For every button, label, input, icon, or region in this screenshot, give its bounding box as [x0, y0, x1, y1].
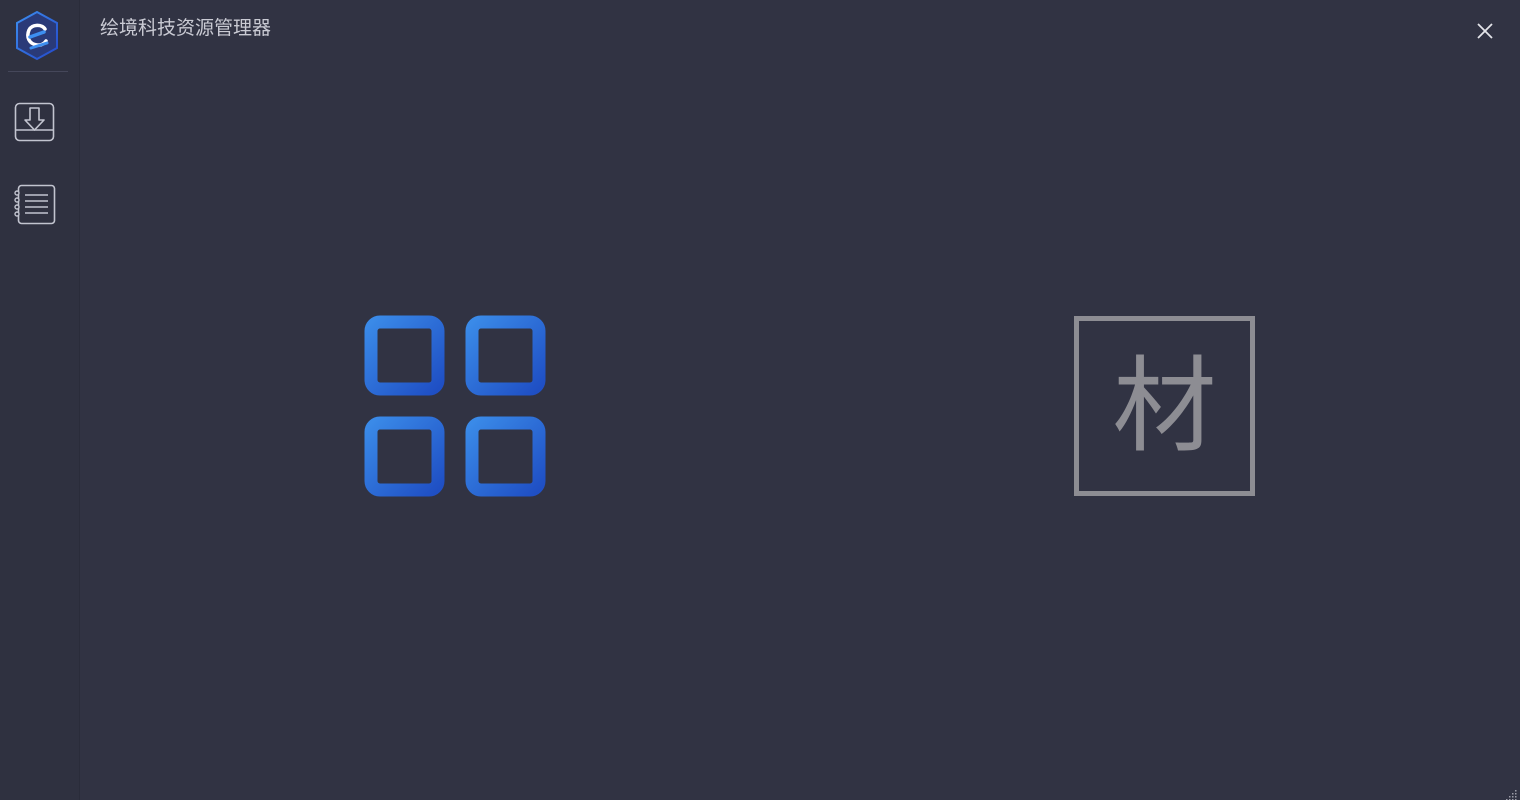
material-char-icon: 材 — [1112, 345, 1217, 467]
four-squares-grid-icon — [363, 315, 547, 502]
sidebar-item-log[interactable] — [13, 182, 57, 226]
close-icon — [1471, 23, 1499, 49]
e-hexagon-logo-icon — [13, 10, 61, 62]
sidebar-item-download[interactable] — [13, 100, 57, 144]
sidebar-divider — [8, 71, 68, 72]
close-button[interactable] — [1471, 17, 1499, 45]
resize-grip-icon[interactable] — [1506, 786, 1518, 800]
window-title: 绘境科技资源管理器 — [100, 17, 272, 39]
sidebar — [0, 0, 80, 800]
material-tile[interactable]: 材 — [1074, 316, 1255, 496]
download-box-icon — [13, 100, 57, 144]
notebook-list-icon — [13, 182, 57, 226]
app-window: 绘境科技资源管理器 材 — [0, 0, 1520, 800]
apps-tile[interactable] — [363, 314, 547, 498]
